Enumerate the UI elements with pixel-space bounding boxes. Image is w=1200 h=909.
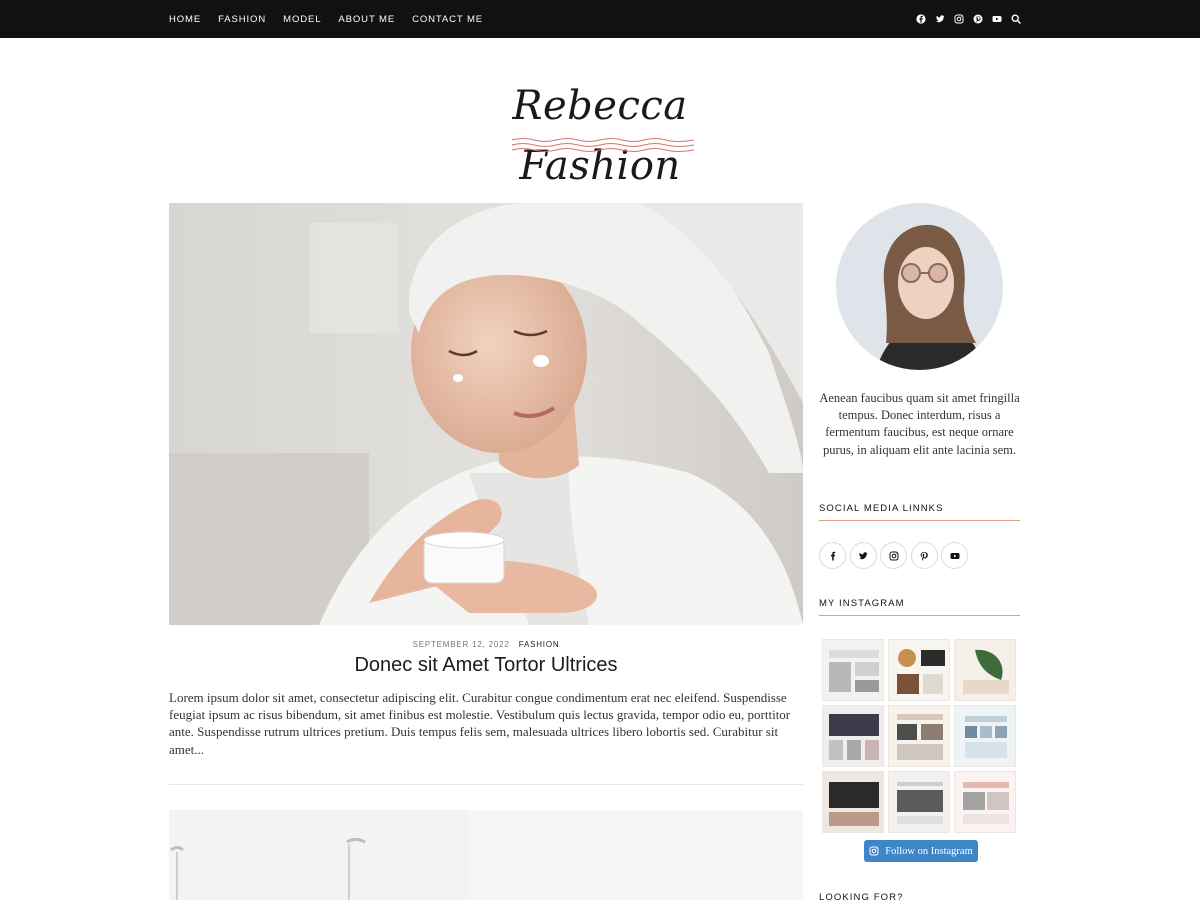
search-icon[interactable] [1011, 14, 1021, 24]
instagram-icon[interactable] [954, 14, 964, 24]
top-navigation-bar: HOME FASHION MODEL ABOUT ME CONTACT ME [0, 0, 1200, 38]
nav-item-fashion[interactable]: FASHION [218, 14, 266, 25]
youtube-icon[interactable] [992, 14, 1002, 24]
twitter-icon[interactable] [935, 14, 945, 24]
instagram-thumbnail[interactable] [888, 705, 950, 767]
site-logo[interactable]: Rebecca Fashion [440, 76, 760, 189]
instagram-feed [822, 639, 1018, 833]
post-divider [169, 784, 803, 785]
nav-item-contact-me[interactable]: CONTACT ME [412, 14, 483, 25]
instagram-widget-title: MY INSTAGRAM [819, 598, 1020, 616]
instagram-thumbnail[interactable] [954, 705, 1016, 767]
instagram-icon [869, 846, 879, 856]
instagram-thumbnail[interactable] [822, 771, 884, 833]
post-title[interactable]: Donec sit Amet Tortor Ultrices [169, 654, 803, 677]
instagram-thumbnail[interactable] [822, 639, 884, 701]
sidebar-social-icons [819, 542, 968, 569]
instagram-thumbnail[interactable] [822, 705, 884, 767]
instagram-thumbnail[interactable] [954, 771, 1016, 833]
post-excerpt: Lorem ipsum dolor sit amet, consectetur … [169, 690, 791, 757]
facebook-icon[interactable] [819, 542, 846, 569]
nav-item-about-me[interactable]: ABOUT ME [338, 14, 395, 25]
twitter-icon[interactable] [849, 542, 877, 569]
instagram-icon[interactable] [880, 542, 907, 569]
post-meta: SEPTEMBER 12, 2022 FASHION [169, 640, 803, 649]
author-bio: Aenean faucibus quam sit amet fringilla … [819, 391, 1020, 457]
pinterest-icon[interactable] [910, 542, 938, 569]
pinterest-icon[interactable] [973, 14, 983, 24]
facebook-icon[interactable] [916, 14, 926, 24]
instagram-thumbnail[interactable] [888, 771, 950, 833]
post-category[interactable]: FASHION [519, 640, 560, 649]
instagram-thumbnail[interactable] [954, 639, 1016, 701]
youtube-icon[interactable] [941, 542, 968, 569]
author-avatar [836, 203, 1003, 370]
follow-on-instagram-button[interactable]: Follow on Instagram [864, 840, 978, 862]
follow-button-label: Follow on Instagram [885, 845, 973, 857]
second-post-image[interactable] [169, 810, 803, 900]
main-menu: HOME FASHION MODEL ABOUT ME CONTACT ME [169, 0, 483, 38]
featured-post-image[interactable] [169, 203, 803, 625]
instagram-thumbnail[interactable] [888, 639, 950, 701]
logo-underline-waves [512, 137, 694, 153]
social-widget-title: SOCIAL MEDIA LINNKS [819, 503, 1020, 521]
post-date[interactable]: SEPTEMBER 12, 2022 [413, 640, 510, 649]
nav-item-model[interactable]: MODEL [283, 14, 321, 25]
header-social-icons [916, 0, 1021, 38]
looking-for-widget-title: LOOKING FOR? [819, 892, 904, 903]
nav-item-home[interactable]: HOME [169, 14, 201, 25]
